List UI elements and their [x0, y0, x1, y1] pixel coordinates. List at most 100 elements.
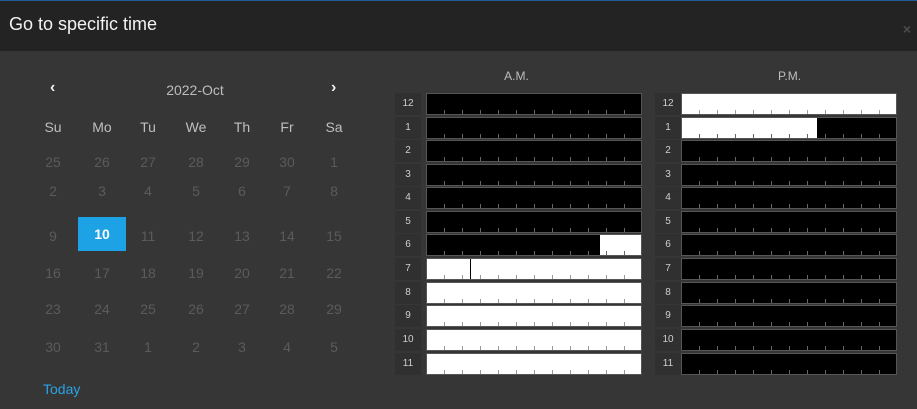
pm-hour-bar-8[interactable] — [681, 282, 897, 304]
calendar-day[interactable]: 30 — [30, 331, 76, 363]
minute-ticks — [682, 134, 896, 138]
calendar-day[interactable]: 11 — [125, 220, 171, 252]
calendar-day[interactable]: 18 — [125, 257, 171, 289]
today-button[interactable]: Today — [43, 381, 80, 397]
pm-hour-bar-12[interactable] — [681, 93, 897, 115]
calendar-day[interactable]: 30 — [264, 146, 310, 178]
calendar-day[interactable]: 4 — [264, 331, 310, 363]
calendar-day[interactable]: 2 — [30, 175, 76, 207]
am-hour-bar-1[interactable] — [426, 117, 642, 139]
calendar-day[interactable]: 21 — [264, 257, 310, 289]
calendar-day[interactable]: 28 — [173, 146, 219, 178]
calendar-day[interactable]: 7 — [264, 175, 310, 207]
calendar-day[interactable]: 5 — [173, 175, 219, 207]
minute-ticks — [682, 346, 896, 350]
pm-hour-bar-11[interactable] — [681, 353, 897, 375]
calendar-day[interactable]: 19 — [173, 257, 219, 289]
minute-ticks — [427, 204, 641, 208]
minute-ticks — [427, 228, 641, 232]
minute-ticks — [682, 322, 896, 326]
calendar-day[interactable]: 27 — [125, 146, 171, 178]
weekday-sa: Sa — [325, 119, 343, 135]
calendar-day[interactable]: 14 — [264, 220, 310, 252]
calendar-day[interactable]: 1 — [125, 331, 171, 363]
pm-hour-bar-9[interactable] — [681, 305, 897, 327]
goto-time-dialog: Go to specific time × ‹ 2022-Oct › Su Mo T… — [0, 0, 917, 409]
pm-hour-label: 9 — [655, 305, 681, 327]
calendar-day[interactable]: 29 — [219, 146, 265, 178]
calendar-day[interactable]: 3 — [219, 331, 265, 363]
am-hour-label: 3 — [395, 164, 421, 186]
minute-ticks — [427, 157, 641, 161]
next-month-icon[interactable]: › — [331, 79, 336, 97]
calendar-day[interactable]: 25 — [125, 293, 171, 325]
calendar-day[interactable]: 15 — [311, 220, 357, 252]
am-hour-bar-12[interactable] — [426, 93, 642, 115]
pm-hour-bar-3[interactable] — [681, 164, 897, 186]
pm-hour-label: 1 — [655, 117, 681, 139]
am-hour-bar-3[interactable] — [426, 164, 642, 186]
calendar-day[interactable]: 28 — [264, 293, 310, 325]
pm-hour-label: 4 — [655, 187, 681, 209]
weekday-su: Su — [44, 119, 62, 135]
weekday-tu: Tu — [140, 119, 156, 135]
selected-day[interactable]: 10 — [78, 217, 126, 251]
am-hour-bar-5[interactable] — [426, 211, 642, 233]
pm-hour-label: 10 — [655, 329, 681, 351]
calendar-day[interactable]: 16 — [30, 257, 76, 289]
weekday-fr: Fr — [280, 119, 294, 135]
am-hour-label: 8 — [395, 282, 421, 304]
pm-hour-bar-6[interactable] — [681, 234, 897, 256]
pm-hour-bar-5[interactable] — [681, 211, 897, 233]
calendar-day[interactable]: 13 — [219, 220, 265, 252]
calendar-day[interactable]: 26 — [173, 293, 219, 325]
prev-month-icon[interactable]: ‹ — [50, 79, 55, 97]
am-hour-label: 12 — [395, 93, 421, 115]
am-hour-bar-11[interactable] — [426, 353, 642, 375]
calendar-day[interactable]: 12 — [173, 220, 219, 252]
segment-divider — [469, 259, 471, 279]
am-hour-label: 6 — [395, 234, 421, 256]
pm-hour-bar-10[interactable] — [681, 329, 897, 351]
pm-hour-bar-7[interactable] — [681, 258, 897, 280]
calendar-day[interactable]: 23 — [30, 293, 76, 325]
pm-hour-label: 5 — [655, 211, 681, 233]
calendar-day[interactable]: 26 — [79, 146, 125, 178]
pm-hour-bar-1[interactable] — [681, 117, 897, 139]
pm-hour-label: 12 — [655, 93, 681, 115]
calendar-day[interactable]: 2 — [173, 331, 219, 363]
am-hour-bar-7[interactable] — [426, 258, 642, 280]
am-hour-bar-9[interactable] — [426, 305, 642, 327]
calendar-day[interactable]: 9 — [30, 220, 76, 252]
calendar-day[interactable]: 22 — [311, 257, 357, 289]
calendar-day[interactable]: 5 — [311, 331, 357, 363]
am-hour-bar-6[interactable] — [426, 234, 642, 256]
calendar-day[interactable]: 20 — [219, 257, 265, 289]
close-icon[interactable]: × — [903, 21, 911, 37]
minute-ticks — [682, 251, 896, 255]
calendar-day[interactable]: 25 — [30, 146, 76, 178]
minute-ticks — [427, 322, 641, 326]
am-hour-bar-8[interactable] — [426, 282, 642, 304]
calendar-day[interactable]: 8 — [311, 175, 357, 207]
am-hour-bar-2[interactable] — [426, 140, 642, 162]
am-hour-bar-4[interactable] — [426, 187, 642, 209]
pm-hour-bar-4[interactable] — [681, 187, 897, 209]
am-header: A.M. — [504, 69, 529, 83]
minute-ticks — [427, 134, 641, 138]
calendar-day[interactable]: 31 — [79, 331, 125, 363]
calendar-day[interactable]: 29 — [311, 293, 357, 325]
minute-ticks — [682, 275, 896, 279]
calendar-day[interactable]: 1 — [311, 146, 357, 178]
minute-ticks — [427, 251, 641, 255]
calendar-day[interactable]: 27 — [219, 293, 265, 325]
calendar-day[interactable]: 4 — [125, 175, 171, 207]
minute-ticks — [682, 157, 896, 161]
calendar-day[interactable]: 3 — [79, 175, 125, 207]
calendar-day[interactable]: 17 — [79, 257, 125, 289]
calendar-day[interactable]: 6 — [219, 175, 265, 207]
minute-ticks — [427, 275, 641, 279]
pm-hour-bar-2[interactable] — [681, 140, 897, 162]
am-hour-bar-10[interactable] — [426, 329, 642, 351]
calendar-day[interactable]: 24 — [79, 293, 125, 325]
